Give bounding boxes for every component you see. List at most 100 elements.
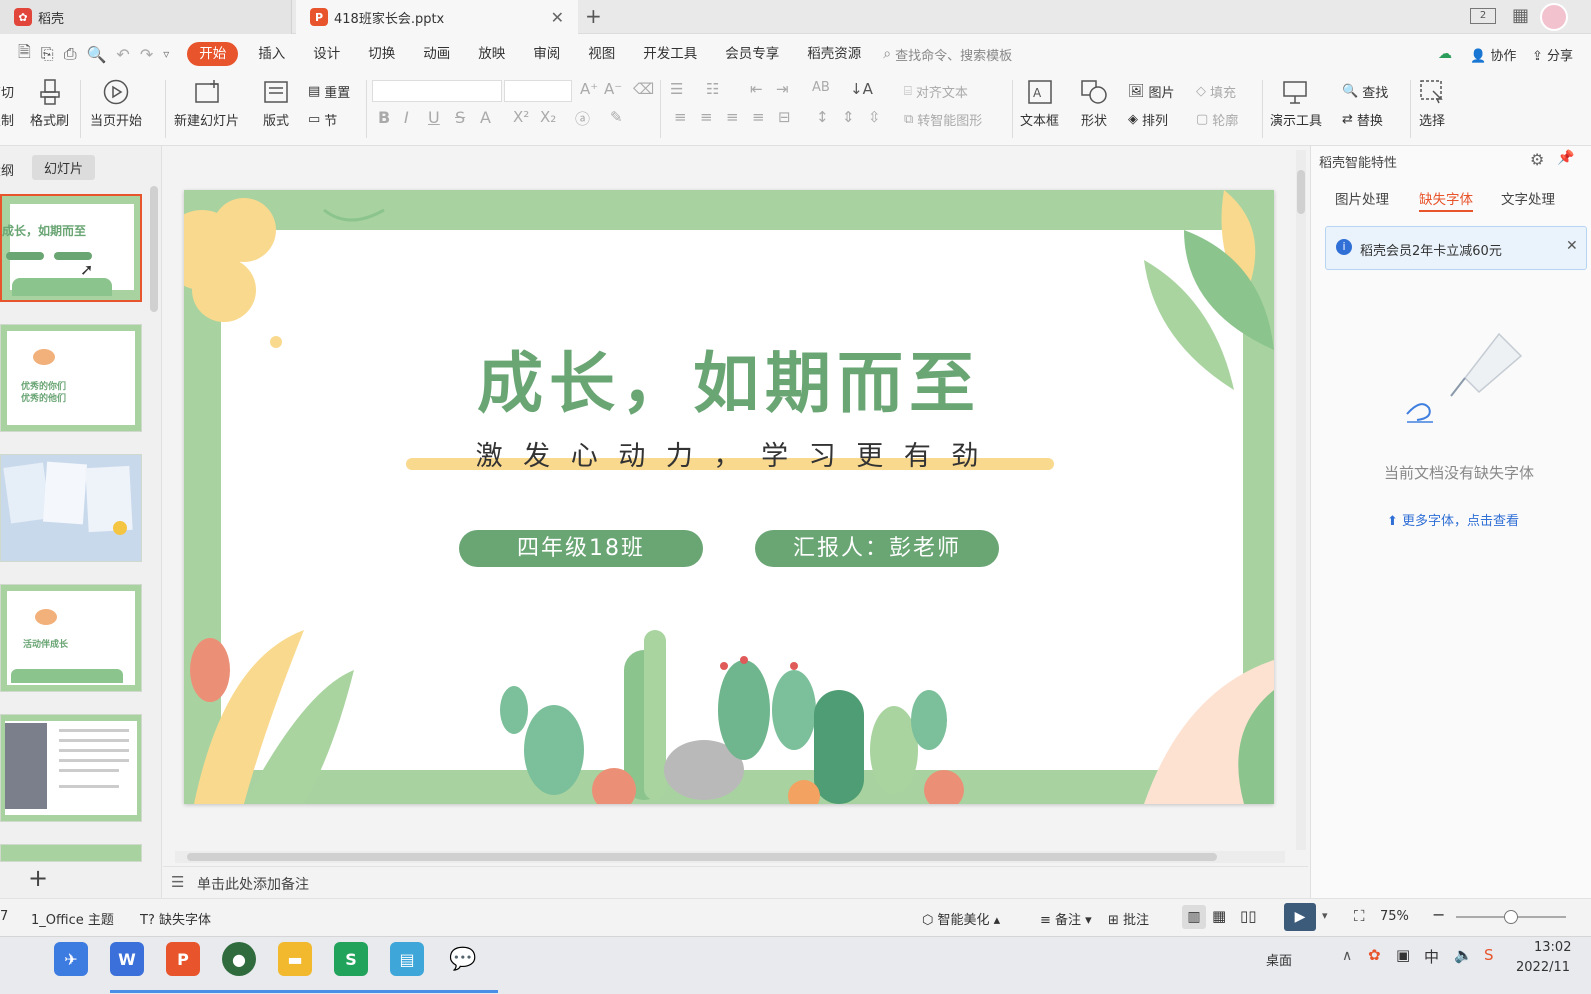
slide-subtitle[interactable]: 激 发 心 动 力 ， 学 习 更 有 劲 — [476, 441, 985, 472]
wps-writer-icon[interactable]: W — [110, 942, 144, 976]
reading-view-icon[interactable]: ▯▯ — [1240, 907, 1257, 925]
vertical-scroll-thumb[interactable] — [1297, 170, 1305, 214]
font-shrink-icon[interactable]: A⁻ — [604, 80, 622, 98]
sorter-view-icon[interactable]: ▦ — [1212, 907, 1226, 925]
phonetic-icon[interactable]: ⓐ — [575, 108, 590, 129]
play-slideshow-button[interactable]: ▶ — [1284, 903, 1316, 931]
find-button[interactable]: 🔍 查找 — [1342, 82, 1388, 101]
notes-placeholder[interactable]: 单击此处添加备注 — [197, 874, 309, 894]
bullet-list-icon[interactable]: ☰ — [670, 80, 683, 98]
smart-beautify-button[interactable]: ⬡ 智能美化 ▴ — [922, 909, 1000, 928]
tab-image-processing[interactable]: 图片处理 — [1335, 188, 1389, 208]
font-family-select[interactable] — [372, 80, 502, 102]
window-mode-icon[interactable]: 2 — [1470, 8, 1496, 24]
menu-view[interactable]: 视图 — [574, 34, 629, 74]
play-options-chevron-icon[interactable]: ▾ — [1322, 909, 1328, 922]
thumbnail-slide-3[interactable] — [0, 454, 142, 562]
menu-slideshow[interactable]: 放映 — [464, 34, 519, 74]
slides-tab[interactable]: 幻灯片 — [32, 155, 96, 180]
settings-gear-icon[interactable]: ⚙ — [1530, 150, 1544, 169]
notes-area[interactable]: ☰ 单击此处添加备注 — [163, 866, 1308, 898]
tab-document[interactable]: P 418班家长会.pptx ✕ — [296, 0, 578, 34]
vertical-scrollbar[interactable] — [1296, 150, 1306, 850]
paragraph-spacing-icon[interactable]: ⇕ — [842, 108, 855, 126]
thumbnail-slide-4[interactable]: 活动伴成长 — [0, 584, 142, 692]
export-icon[interactable]: ⎘ — [41, 44, 54, 64]
textbox-button[interactable]: A 文本框 — [1020, 78, 1059, 129]
grid-apps-icon[interactable]: ▦ — [1512, 5, 1529, 26]
fill-button[interactable]: ◇ 填充 — [1196, 82, 1236, 101]
file-explorer-icon[interactable]: ▬ — [278, 942, 312, 976]
justify-icon[interactable]: ≡ — [752, 108, 765, 126]
align-right-icon[interactable]: ≡ — [726, 108, 739, 126]
wps-presentation-icon[interactable]: P — [166, 942, 200, 976]
arrange-button[interactable]: ◈ 排列 — [1128, 110, 1168, 129]
thumbnail-scrollbar[interactable] — [150, 186, 158, 312]
outline-tab[interactable]: 大纲 — [0, 160, 14, 179]
select-button[interactable]: 选择 — [1418, 78, 1446, 129]
tab-text-processing[interactable]: 文字处理 — [1501, 188, 1555, 208]
menu-animation[interactable]: 动画 — [409, 34, 464, 74]
redo-icon[interactable]: ↷ — [140, 45, 153, 64]
search-input[interactable]: 查找命令、搜索模板 — [895, 45, 1012, 64]
distribute-icon[interactable]: ⊟ — [778, 108, 791, 126]
zoom-out-icon[interactable]: − — [1432, 905, 1445, 924]
outline-button[interactable]: ▢ 轮廓 — [1196, 110, 1238, 129]
menu-member[interactable]: 会员专享 — [711, 34, 793, 74]
menu-review[interactable]: 审阅 — [519, 34, 574, 74]
text-direction-icon[interactable]: AB — [812, 80, 830, 95]
menu-home[interactable]: 开始 — [187, 42, 239, 66]
superscript-icon[interactable]: X² — [513, 108, 529, 126]
save-icon[interactable]: 🗎 — [18, 41, 31, 68]
presenter-pill[interactable]: 汇报人：彭老师 — [755, 530, 999, 567]
smart-graphic-button[interactable]: ⧉ 转智能图形 — [904, 110, 982, 129]
fit-window-icon[interactable]: ⛶ — [1354, 907, 1365, 925]
panel-header[interactable]: 稻壳智能特性 — [1319, 152, 1397, 171]
play-from-current-button[interactable]: 当页开始 — [90, 78, 142, 129]
avatar[interactable] — [1540, 3, 1568, 31]
align-text-button[interactable]: ⌸ 对齐文本 — [904, 82, 968, 101]
horizontal-scrollbar[interactable] — [175, 851, 1285, 863]
format-painter-button[interactable]: 格式刷 — [30, 78, 69, 129]
volume-icon[interactable]: 🔈 — [1454, 946, 1473, 964]
present-tools-button[interactable]: 演示工具 — [1270, 78, 1322, 129]
menu-insert[interactable]: 插入 — [244, 34, 299, 74]
clock-time[interactable]: 13:02 — [1534, 940, 1571, 955]
tray-expand-icon[interactable]: ∧ — [1342, 948, 1352, 964]
feishu-app-icon[interactable]: ✈ — [54, 942, 88, 976]
tray-s-icon[interactable]: S — [1484, 946, 1494, 964]
thumbnail-slide-5[interactable] — [0, 714, 142, 822]
promo-banner[interactable]: i 稻壳会员2年卡立减60元 ✕ — [1325, 226, 1587, 270]
show-desktop-button[interactable]: 桌面 — [1266, 950, 1292, 969]
picture-button[interactable]: 🖼 图片 — [1128, 82, 1175, 101]
theme-name[interactable]: 1_Office 主题 — [31, 909, 114, 928]
normal-view-icon[interactable]: ▥ — [1182, 905, 1206, 929]
decrease-indent-icon[interactable]: ⇤ — [750, 80, 763, 98]
menu-daoke-resources[interactable]: 稻壳资源 — [793, 34, 875, 74]
increase-indent-icon[interactable]: ⇥ — [776, 80, 789, 98]
print-icon[interactable]: ⎙ — [64, 44, 77, 64]
highlight-icon[interactable]: ✎ — [610, 108, 623, 126]
align-center-icon[interactable]: ≡ — [700, 108, 713, 126]
tray-app-icon[interactable]: ✿ — [1368, 946, 1381, 964]
font-size-select[interactable] — [504, 80, 572, 102]
underline-icon[interactable]: U — [428, 108, 440, 127]
tray-network-icon[interactable]: ▣ — [1396, 946, 1410, 964]
archive-app-icon[interactable]: ▤ — [390, 942, 424, 976]
undo-icon[interactable]: ↶ — [116, 45, 129, 64]
clear-format-icon[interactable]: ⌫ — [633, 80, 654, 98]
cloud-sync-icon[interactable]: ☁ — [1438, 46, 1452, 62]
share-button[interactable]: ⇪ 分享 — [1532, 45, 1573, 64]
menu-developer[interactable]: 开发工具 — [629, 34, 711, 74]
menu-transition[interactable]: 切换 — [354, 34, 409, 74]
font-color-icon[interactable]: A — [480, 108, 491, 127]
more-fonts-link[interactable]: ⬆ 更多字体，点击查看 — [1387, 510, 1519, 529]
clock-date[interactable]: 2022/11 — [1516, 960, 1570, 975]
wechat-mini-icon[interactable]: ● — [222, 942, 256, 976]
new-tab-icon[interactable]: + — [585, 4, 602, 28]
customize-chevron-icon[interactable]: ▿ — [163, 47, 169, 61]
copy-button[interactable]: 复制 — [0, 110, 14, 129]
font-grow-icon[interactable]: A⁺ — [580, 80, 598, 98]
zoom-slider-thumb[interactable] — [1504, 910, 1518, 924]
missing-font-status[interactable]: T? 缺失字体 — [140, 909, 211, 928]
